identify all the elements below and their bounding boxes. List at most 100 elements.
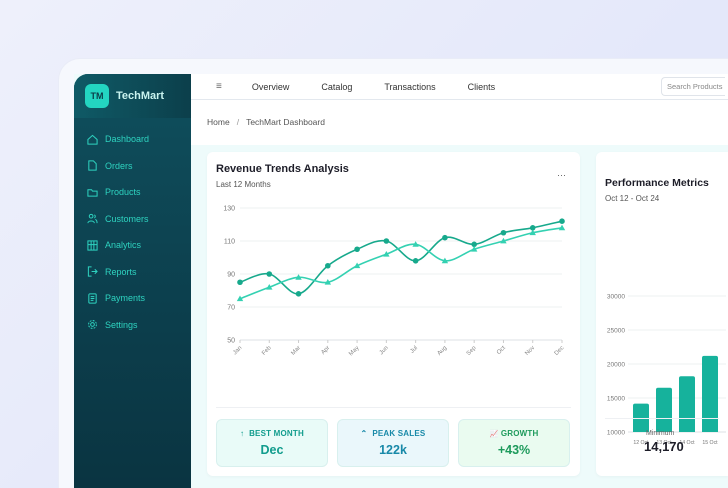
home-icon [87,134,98,145]
stat-peak-sales: ⌃ PEAK SALES 122k [337,419,449,467]
tab-overview[interactable]: Overview [252,82,290,92]
gear-icon [87,319,98,330]
stat-label: PEAK SALES [372,429,426,438]
x-tick-label: Jul [409,345,419,355]
performance-subtitle: Oct 12 - Oct 24 [605,194,660,203]
sidebar-nav: Dashboard Orders Products Customers Analytic… [74,118,191,338]
x-tick-label: Nov [524,345,536,357]
sidebar-item-customers[interactable]: Customers [74,206,191,233]
stat-value: Dec [260,443,284,457]
receipt-icon [87,293,98,304]
revenue-subtitle: Last 12 Months [216,180,271,189]
revenue-line-chart: 50 70 90 110 130 Jan Feb Mar Apr May Jun Jul Aug Sep O… [223,206,565,358]
brand: TM TechMart [74,74,191,118]
sidebar-item-label: Orders [105,160,133,171]
sidebar-item-label: Reports [105,266,137,277]
y-tick-label: 25000 [607,328,625,335]
tab-clients[interactable]: Clients [468,82,496,92]
search-input[interactable]: Search Products [661,77,725,96]
stat-growth: 📈 GROWTH +43% [458,419,570,467]
sidebar-item-label: Products [105,187,141,198]
y-tick-label: 130 [223,206,235,213]
data-point [412,258,419,264]
file-icon [87,160,98,171]
y-tick-label: 15000 [607,396,625,403]
bar [656,387,672,432]
y-tick-label: 110 [224,239,235,246]
data-point [266,271,273,277]
sidebar-item-dashboard[interactable]: Dashboard [74,126,191,153]
sidebar-item-analytics[interactable]: Analytics [74,232,191,259]
users-icon [87,213,98,224]
data-point [354,246,360,253]
breadcrumb: Home / TechMart Dashboard [191,100,728,145]
data-point [295,291,302,297]
stat-label: BEST MONTH [249,429,304,438]
data-point [500,229,507,236]
breadcrumb-current: TechMart Dashboard [246,117,325,127]
sidebar-item-products[interactable]: Products [74,179,191,206]
stats-row: ↑ BEST MONTH Dec ⌃ PEAK SALES 122k 📈 GROWT… [216,419,570,467]
data-point [559,218,565,224]
x-tick-label: Jan [232,345,243,356]
bar [702,355,718,432]
folder-icon [87,187,98,198]
revenue-card: Revenue Trends Analysis Last 12 Months ·… [207,152,580,476]
performance-title: Performance Metrics [605,177,709,189]
series-line-1 [239,220,563,295]
performance-bar-chart: 100001500020000250003000012 Oct 13 Oct 14 … [607,294,726,446]
more-options-icon[interactable]: ··· [557,170,566,180]
x-tick-label: Oct [496,345,507,356]
x-tick-label: Feb [261,345,273,357]
stat-value: 122k [379,443,407,457]
sidebar: TM TechMart Dashboard Orders Products Custo… [74,74,191,488]
sidebar-item-label: Dashboard [105,134,150,145]
performance-card: Performance Metrics Oct 12 - Oct 24 1000… [596,152,728,476]
divider [216,407,571,408]
sidebar-item-label: Customers [105,213,149,224]
tab-transactions[interactable]: Transactions [384,82,435,92]
x-tick-label: 15 Oct [702,440,718,446]
breadcrumb-separator: / [236,117,240,127]
x-tick-label: Jun [379,345,390,356]
x-tick-label: Apr [320,345,331,356]
y-tick-label: 90 [227,272,235,279]
sidebar-item-label: Payments [105,293,146,304]
brand-name: TechMart [116,90,165,102]
app: TM TechMart Dashboard Orders Products Custo… [74,74,728,488]
stat-value: +43% [497,443,531,457]
sidebar-item-label: Settings [105,319,138,330]
arrow-up-icon: ↑ [240,429,245,438]
chart-icon: 📈 [489,431,499,438]
minimum-value: 14,170 [644,439,684,454]
logout-icon [87,266,98,277]
bar [679,376,695,432]
y-tick-label: 50 [227,338,235,345]
series-line-2 [239,227,563,300]
y-tick-label: 70 [227,305,235,312]
sidebar-item-settings[interactable]: Settings [74,312,191,339]
data-point [383,238,390,244]
data-point [237,279,243,286]
hamburger-icon[interactable]: ≡ [216,81,222,92]
breadcrumb-home[interactable]: Home [207,117,230,127]
sidebar-item-reports[interactable]: Reports [74,259,191,286]
sidebar-item-orders[interactable]: Orders [74,153,191,180]
sidebar-item-label: Analytics [105,240,142,251]
divider [605,418,719,419]
y-tick-label: 10000 [607,430,625,437]
logo: TM [85,84,109,108]
x-tick-label: Mar [290,345,302,357]
revenue-title: Revenue Trends Analysis [216,163,349,175]
data-point [442,234,448,241]
minimum-label: Minimum [646,430,675,437]
sidebar-item-payments[interactable]: Payments [74,285,191,312]
stat-label: GROWTH [500,429,539,438]
y-tick-label: 20000 [607,362,625,369]
double-chevron-up-icon: ⌃ [360,429,368,438]
tab-catalog[interactable]: Catalog [321,82,352,92]
grid-icon [87,240,98,251]
y-tick-label: 30000 [607,294,625,301]
x-tick-label: Sep [466,345,478,357]
stat-best-month: ↑ BEST MONTH Dec [216,419,328,467]
